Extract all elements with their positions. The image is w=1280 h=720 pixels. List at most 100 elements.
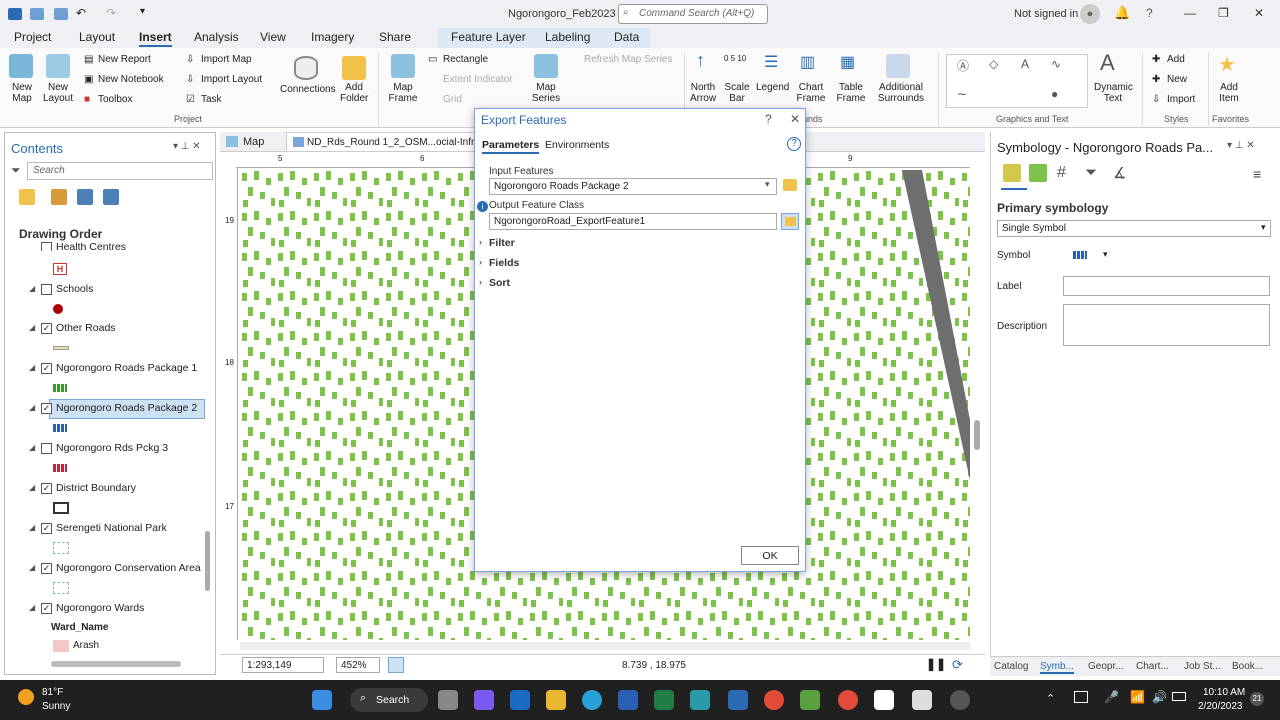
sort-section[interactable]: Sort	[489, 277, 510, 289]
layer-rds-pckg-3[interactable]: ◢ Ngorongoro Rds Pckg 3	[29, 442, 168, 458]
clock-time[interactable]: 10:10 AM	[1203, 687, 1245, 698]
chat-icon[interactable]	[474, 690, 494, 710]
tab-share[interactable]: Share	[379, 30, 411, 44]
zoom-dropdown[interactable]: 452%	[336, 657, 380, 673]
tab-attribute-table[interactable]: ND_Rds_Round 1_2_OSM...ocial-Infras	[286, 132, 485, 152]
dot-icon[interactable]: ●	[1051, 87, 1058, 101]
tab-imagery[interactable]: Imagery	[311, 30, 354, 44]
app-icon[interactable]	[690, 690, 710, 710]
layer-ngorongoro-wards[interactable]: ◢ ✓ Ngorongoro Wards	[29, 602, 144, 618]
task-view-icon[interactable]	[438, 690, 458, 710]
weather-temp[interactable]: 81°F	[42, 687, 63, 698]
slack-icon[interactable]	[874, 690, 894, 710]
filter-icon[interactable]: ⏷	[11, 163, 21, 178]
dropdown-chevron-icon[interactable]: ▾	[1261, 222, 1266, 233]
new-style-button[interactable]: New	[1167, 74, 1187, 85]
notification-badge[interactable]: 21	[1250, 692, 1264, 706]
layer-checkbox[interactable]	[41, 442, 52, 454]
tab-bookmarks[interactable]: Book...	[1232, 661, 1263, 672]
chrome-profile-icon[interactable]	[838, 690, 858, 710]
tab-analysis[interactable]: Analysis	[194, 30, 239, 44]
map-series-button[interactable]: Map Series	[528, 82, 564, 104]
scale-dropdown[interactable]: 1:293,149	[242, 657, 324, 673]
chart-frame-button[interactable]: Chart Frame	[794, 82, 828, 104]
tab-labeling[interactable]: Labeling	[545, 30, 590, 44]
battery-icon[interactable]	[1172, 692, 1186, 701]
grid-button[interactable]: Grid	[443, 94, 462, 105]
layer-checkbox[interactable]: ✓	[41, 322, 52, 334]
scale-bar-button[interactable]: Scale Bar	[722, 82, 752, 104]
symbol-swatch[interactable]	[1073, 251, 1087, 259]
contents-scrollbar[interactable]	[205, 531, 210, 591]
pause-icon[interactable]: ❚❚	[926, 657, 946, 671]
signin-status[interactable]: Not signed in	[1014, 8, 1078, 20]
customize-icon[interactable]: ▾	[140, 6, 145, 17]
tab-parameters[interactable]: Parameters	[482, 139, 540, 154]
tab-insert[interactable]: Insert	[139, 30, 172, 47]
layer-checkbox[interactable]: ✓	[41, 362, 52, 374]
tab-geoprocessing[interactable]: Geopr...	[1088, 661, 1124, 672]
dialog-help-icon[interactable]: ?	[765, 112, 772, 126]
layer-ngorongoro-conservation[interactable]: ◢ ✓ Ngorongoro Conservation Area	[29, 562, 201, 578]
restore-icon[interactable]: ❐	[1218, 6, 1229, 20]
new-map-button[interactable]: New Map	[8, 82, 36, 104]
layer-checkbox[interactable]: ✓	[41, 562, 52, 574]
refresh-map-series-button[interactable]: Refresh Map Series	[584, 54, 672, 65]
layer-other-roads[interactable]: ◢ ✓ Other Roads	[29, 322, 116, 338]
weather-condition[interactable]: Sunny	[42, 701, 70, 712]
layer-checkbox[interactable]	[41, 283, 52, 295]
redo-icon[interactable]: ↷	[106, 6, 116, 20]
symbol-layers-icon[interactable]: #	[1057, 164, 1066, 182]
scale-icon[interactable]: ∡	[1113, 164, 1126, 182]
save-icon[interactable]	[54, 8, 68, 20]
add-style-button[interactable]: Add	[1167, 54, 1185, 65]
excel-icon[interactable]	[654, 690, 674, 710]
import-style-button[interactable]: Import	[1167, 94, 1195, 105]
qgis-icon[interactable]	[800, 690, 820, 710]
taskbar-search-button[interactable]: ⌕ Search	[350, 688, 428, 712]
close-icon[interactable]: ✕	[1254, 6, 1264, 20]
layer-checkbox[interactable]: ✓	[41, 522, 52, 534]
document-icon[interactable]	[912, 690, 932, 710]
vary-symbology-icon[interactable]	[1029, 164, 1047, 182]
outlook-icon[interactable]	[510, 690, 530, 710]
undo-icon[interactable]: ↶	[76, 6, 86, 20]
layer-serengeti[interactable]: ◢ ✓ Serengeti National Park	[29, 522, 167, 538]
bell-icon[interactable]: 🔔	[1114, 5, 1130, 21]
list-drawing-order-icon[interactable]	[19, 189, 35, 205]
rectangle-button[interactable]: Rectangle	[443, 54, 488, 65]
filter-chevron-icon[interactable]: ›	[479, 237, 482, 247]
dialog-close-icon[interactable]: ✕	[790, 112, 800, 126]
display-icon[interactable]	[1074, 691, 1088, 703]
tab-project[interactable]: Project	[14, 30, 51, 44]
extent-indicator-button[interactable]: Extent Indicator	[443, 74, 512, 85]
tab-view[interactable]: View	[260, 30, 286, 44]
dropdown-chevron-icon[interactable]: ▾	[765, 179, 770, 190]
word-icon[interactable]	[618, 690, 638, 710]
ok-button[interactable]: OK	[741, 546, 799, 565]
fields-chevron-icon[interactable]: ›	[479, 257, 482, 267]
layer-schools[interactable]: ◢ Schools	[29, 283, 93, 299]
menu-icon[interactable]: ≡	[1253, 166, 1261, 182]
legend-button[interactable]: Legend	[756, 82, 789, 93]
refresh-icon[interactable]: ⟳	[952, 657, 963, 673]
connections-button[interactable]: Connections	[280, 84, 336, 95]
tab-layout[interactable]: Layout	[79, 30, 115, 44]
advanced-filter-icon[interactable]: ⏷	[1085, 164, 1097, 181]
layer-health-centres[interactable]: Health Centres	[41, 241, 126, 251]
dynamic-text-button[interactable]: Dynamic Text	[1094, 82, 1133, 104]
output-feature-class-input[interactable]: NgorongoroRoad_ExportFeature1	[489, 213, 777, 230]
layer-district-boundary[interactable]: ◢ ✓ District Boundary	[29, 482, 136, 498]
pane-menu-icon[interactable]: ▾ ⊥ ✕	[173, 141, 201, 152]
clock-date[interactable]: 2/20/2023	[1198, 701, 1243, 712]
wifi-icon[interactable]: 📶	[1130, 690, 1145, 704]
filter-section[interactable]: Filter	[489, 237, 515, 249]
pane-menu-icon[interactable]: ▾ ⊥ ✕	[1227, 140, 1255, 151]
add-folder-button[interactable]: Add Folder	[340, 82, 368, 104]
arcgis-pro-icon[interactable]	[728, 690, 748, 710]
browse-folder-icon[interactable]	[783, 179, 797, 191]
tab-data[interactable]: Data	[614, 30, 639, 44]
speaker-icon[interactable]: 🔊	[1152, 690, 1167, 704]
input-features-dropdown[interactable]: Ngorongoro Roads Package 2	[489, 178, 777, 195]
tool-help-icon[interactable]: ?	[787, 137, 801, 151]
